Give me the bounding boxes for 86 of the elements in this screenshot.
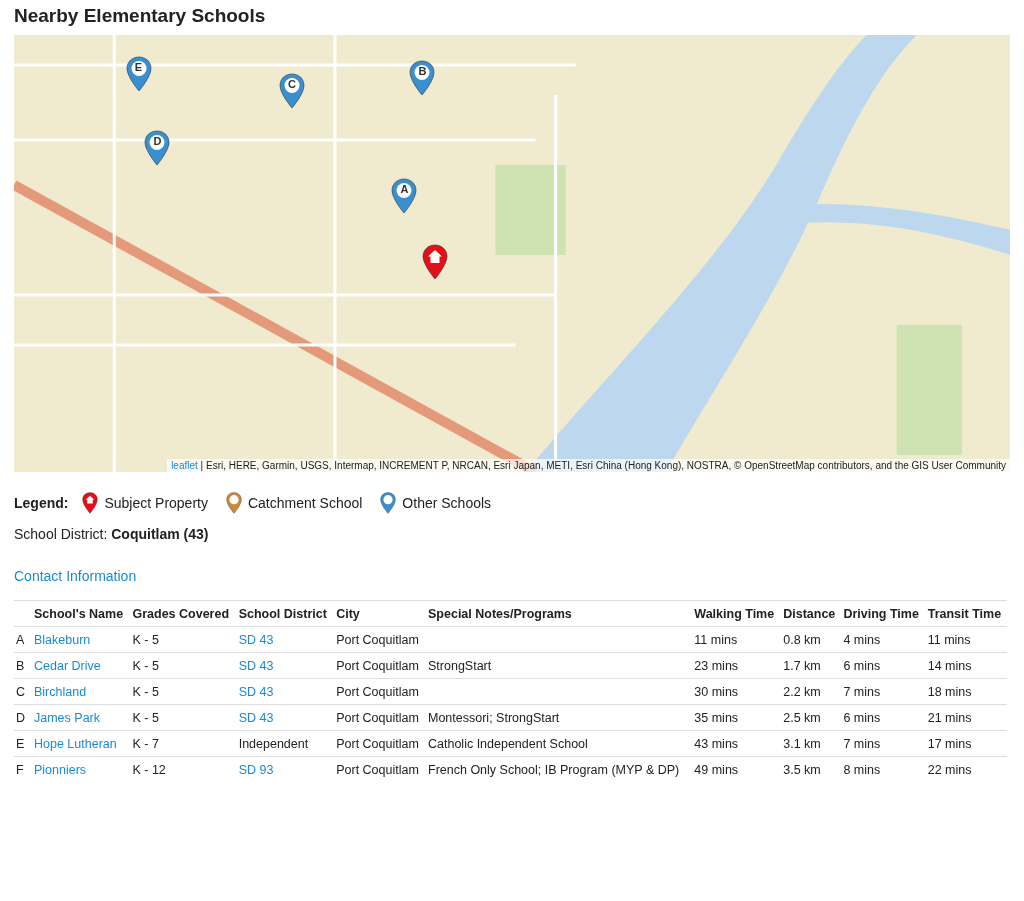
table-cell: 17 mins xyxy=(924,730,1007,757)
table-cell: 11 mins xyxy=(924,626,1007,653)
map-pin[interactable]: B xyxy=(409,60,436,97)
school-district-text: School District: Coquitlam (43) xyxy=(14,526,210,542)
district-link[interactable]: SD 43 xyxy=(238,711,274,725)
column-header: School's Name xyxy=(31,600,130,627)
district-link[interactable]: SD 43 xyxy=(238,633,274,647)
map-pin[interactable]: D xyxy=(144,130,171,167)
house-pin-icon[interactable] xyxy=(422,243,449,280)
section-title: Nearby Elementary Schools xyxy=(14,4,267,28)
map-pin[interactable]: E xyxy=(125,55,152,92)
row-letter: C xyxy=(14,678,31,705)
table-cell: 0.8 km xyxy=(780,626,841,653)
table-cell: 49 mins xyxy=(691,756,781,782)
map-pin[interactable]: A xyxy=(391,178,418,215)
school-name-link[interactable]: Cedar Drive xyxy=(34,659,101,673)
column-header: Special Notes/Programs xyxy=(425,600,692,627)
column-header: Grades Covered xyxy=(129,600,236,627)
column-header: School District xyxy=(235,600,334,627)
column-header: Driving Time xyxy=(840,600,925,627)
map[interactable]: E C B D A leaflet | Esri, HERE, Garmin, USGS, Intermap, INCREMENT P, NRCAN, Esri Japan, METI, Esri China (Hong Kong), NOSTRA, © OpenStreetMap contributors, and the GIS User Community xyxy=(14,35,1010,472)
table-cell: K - 5 xyxy=(129,652,236,679)
table-cell: French Only School; IB Program (MYP & DP) xyxy=(425,756,692,782)
table-cell: Port Coquitlam xyxy=(333,652,425,679)
column-header: City xyxy=(333,600,425,627)
location-pin-icon xyxy=(225,492,242,514)
map-pin[interactable]: C xyxy=(278,73,305,110)
table-cell: 7 mins xyxy=(840,730,925,757)
row-letter: A xyxy=(14,626,31,653)
table-cell: K - 7 xyxy=(129,730,236,757)
legend-item-label: Catchment School xyxy=(247,495,363,511)
table-cell: 2.5 km xyxy=(780,704,841,731)
table-cell: Port Coquitlam xyxy=(333,626,425,653)
location-pin-icon xyxy=(380,492,397,514)
table-cell: 30 mins xyxy=(691,678,781,705)
table-cell: Port Coquitlam xyxy=(333,730,425,757)
legend-item-label: Subject Property xyxy=(104,495,208,511)
table-cell: 8 mins xyxy=(840,756,925,782)
map-attribution: leaflet | Esri, HERE, Garmin, USGS, Intermap, INCREMENT P, NRCAN, Esri Japan, METI, Esri China (Hong Kong), NOSTRA, © OpenStreetMap contributors, and the GIS User Community xyxy=(167,459,1010,472)
legend-item-label: Other Schools xyxy=(402,495,492,511)
table-cell: 3.1 km xyxy=(780,730,841,757)
row-letter: B xyxy=(14,652,31,679)
school-name-link[interactable]: Blakeburn xyxy=(34,633,91,647)
table-cell: 6 mins xyxy=(840,652,925,679)
table-cell: K - 5 xyxy=(129,678,236,705)
district-link[interactable]: SD 93 xyxy=(238,763,274,777)
house-pin-icon xyxy=(82,492,99,514)
table-cell: Montessori; StrongStart xyxy=(425,704,692,731)
column-header: Transit Time xyxy=(924,600,1007,627)
table-cell: Catholic Independent School xyxy=(425,730,692,757)
table-cell: 1.7 km xyxy=(780,652,841,679)
table-cell: K - 12 xyxy=(129,756,236,782)
school-name-link[interactable]: James Park xyxy=(34,711,100,725)
table-cell: 22 mins xyxy=(924,756,1007,782)
table-cell: Port Coquitlam xyxy=(333,756,425,782)
district-link[interactable]: SD 43 xyxy=(238,659,274,673)
table-cell: Independent xyxy=(238,737,309,751)
table-cell: 18 mins xyxy=(924,678,1007,705)
table-cell: 4 mins xyxy=(840,626,925,653)
table-cell: K - 5 xyxy=(129,704,236,731)
table-cell: 43 mins xyxy=(691,730,781,757)
table-cell: 23 mins xyxy=(691,652,781,679)
contact-information-link[interactable]: Contact Information xyxy=(14,568,137,584)
table-cell: 2.2 km xyxy=(780,678,841,705)
school-name-link[interactable]: Pionniers xyxy=(34,763,87,777)
table-cell: 35 mins xyxy=(691,704,781,731)
column-header: Walking Time xyxy=(691,600,781,627)
table-cell: 14 mins xyxy=(924,652,1007,679)
legend-label: Legend: xyxy=(14,495,69,511)
column-header: Distance xyxy=(780,600,841,627)
school-name-link[interactable]: Hope Lutheran xyxy=(34,737,117,751)
table-cell: 21 mins xyxy=(924,704,1007,731)
row-letter: E xyxy=(14,730,31,757)
district-link[interactable]: SD 43 xyxy=(238,685,274,699)
table-cell: Port Coquitlam xyxy=(333,678,425,705)
school-name-link[interactable]: Birchland xyxy=(34,685,87,699)
leaflet-link[interactable]: leaflet xyxy=(171,460,198,471)
table-cell: StrongStart xyxy=(425,652,692,679)
table-cell: Port Coquitlam xyxy=(333,704,425,731)
table-cell: 11 mins xyxy=(691,626,781,653)
table-cell: 7 mins xyxy=(840,678,925,705)
table-cell: 3.5 km xyxy=(780,756,841,782)
table-cell: 6 mins xyxy=(840,704,925,731)
row-letter: D xyxy=(14,704,31,731)
table-cell: K - 5 xyxy=(129,626,236,653)
row-letter: F xyxy=(14,756,31,782)
